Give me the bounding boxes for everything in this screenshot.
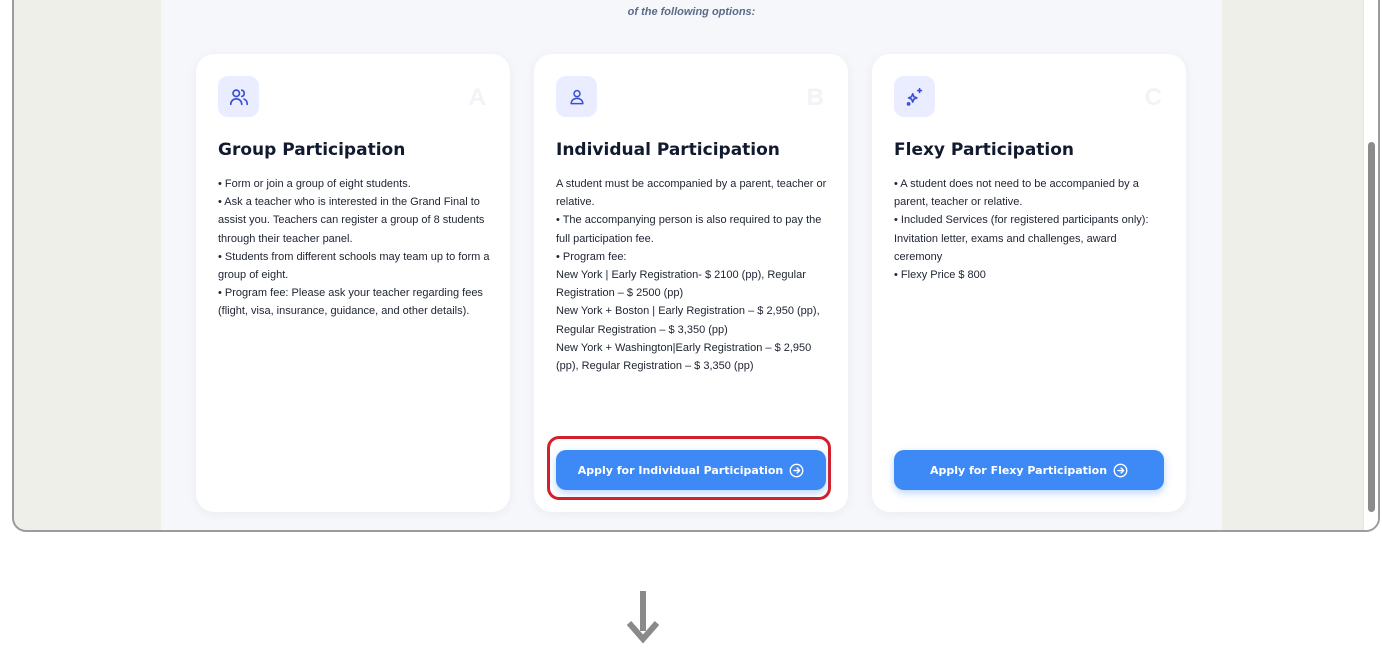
description-line: • Flexy Price $ 800 [894,269,986,282]
description-line: New York + Washington|Early Registration… [556,341,812,373]
description-line: • Program fee: Please ask your teacher r… [218,287,483,318]
button-label: Apply for Flexy Participation [929,463,1108,477]
intro-text: of the following options: [627,6,756,18]
card-title: Flexy Participation [894,140,1075,160]
option-letter: A [468,84,486,111]
user-icon [556,76,597,117]
card-title: Individual Participation [556,140,780,160]
option-letter: C [1144,84,1162,111]
description-line: New York + Boston | Early Registration –… [556,305,820,336]
description-line: • Students from different schools may te… [218,250,490,282]
users-icon [218,76,259,117]
card-flexy-participation: C Flexy Participation • A student does n… [872,54,1186,512]
browser-window: of the following options: A Group Partic… [12,0,1380,532]
description-line: • Program fee: [556,250,627,263]
description-line: New York | Early Registration- $ 2100 (p… [556,269,806,300]
button-label: Apply for Individual Participation [577,463,784,477]
description-line: • The accompanying person is also requir… [556,214,822,245]
card-description: • Form or join a group of eight students… [218,175,490,321]
down-arrow-icon [627,591,659,644]
arrow-circle-right-icon [789,463,804,477]
scrollbar[interactable] [1363,0,1378,530]
card-description: A student must be accompanied by a paren… [556,175,828,375]
sparkles-icon [894,76,935,117]
description-line: A student must be accompanied by a paren… [556,178,827,209]
description-line: • Form or join a group of eight students… [218,178,411,190]
description-line: • Included Services (for registered part… [894,214,1149,263]
page-content: of the following options: A Group Partic… [161,0,1222,530]
card-description: • A student does not need to be accompan… [894,175,1166,284]
card-group-participation: A Group Participation • Form or join a g… [196,54,510,512]
scrollbar-thumb[interactable] [1368,142,1375,512]
description-line: • A student does not need to be accompan… [894,178,1139,209]
apply-individual-button[interactable]: Apply for Individual Participation [556,450,826,490]
option-letter: B [806,84,824,111]
card-individual-participation: B Individual Participation A student mus… [534,54,848,512]
card-title: Group Participation [218,140,406,160]
arrow-circle-right-icon [1113,463,1128,477]
description-line: • Ask a teacher who is interested in the… [218,196,485,245]
apply-flexy-button[interactable]: Apply for Flexy Participation [894,450,1164,490]
